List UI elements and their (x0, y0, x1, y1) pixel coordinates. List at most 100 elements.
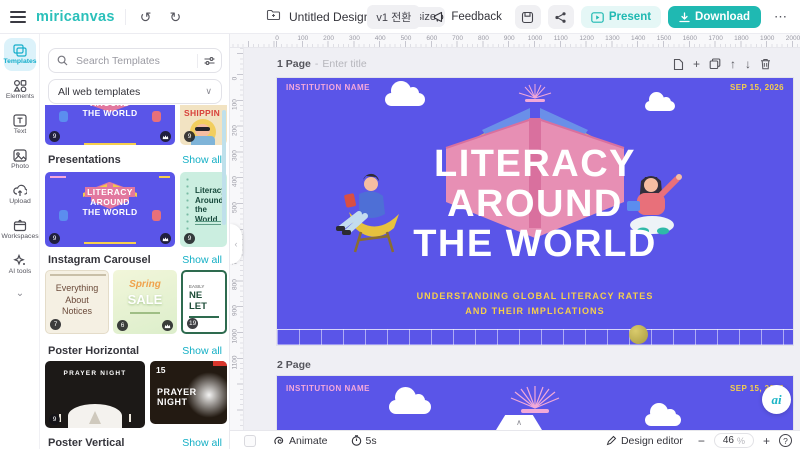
sidebar-item-upload[interactable]: Upload (4, 178, 36, 211)
rail-collapse-icon[interactable]: ⌄ (0, 288, 40, 299)
design-subtitle-text[interactable]: UNDERSTANDING GLOBAL LITERACY RATES AND … (277, 289, 793, 319)
zoom-out-button[interactable]: − (698, 435, 705, 447)
page-count-badge: 7 (50, 319, 61, 330)
folder-plus-icon[interactable] (266, 8, 281, 26)
page-count-badge: 9 (184, 131, 195, 142)
move-page-up-button[interactable]: ↑ (730, 58, 736, 70)
template-thumbnail-notices[interactable]: Everything About Notices 7 (45, 270, 109, 334)
text-icon (13, 114, 27, 127)
ai-tools-icon (13, 254, 25, 266)
page-count-badge: 9 (49, 131, 60, 142)
canvas-area: 0 100 200 300 400 500 600 700 800 900 1000 1100 1200… (230, 34, 800, 430)
template-type-dropdown[interactable]: All web templates ∨ (48, 79, 222, 104)
template-thumbnail-newsletter[interactable]: EASILY NE LET 19 (181, 270, 227, 334)
date-text[interactable]: SEP 15, 2026 (730, 83, 784, 92)
play-icon (591, 11, 604, 23)
section-poster-horizontal: Poster Horizontal Show all (48, 345, 222, 357)
present-button[interactable]: Present (580, 6, 662, 28)
miricanvas-app: miricanvas ↺ ↻ Untitled Design Resize v1… (0, 0, 800, 449)
panel-scrollbar[interactable] (222, 110, 226, 225)
sunglasses-shape (195, 127, 210, 131)
sidebar-item-templates[interactable]: Templates (3, 38, 37, 71)
page-count-badge: 9 (49, 233, 60, 244)
feedback-button[interactable]: Feedback (427, 10, 508, 24)
download-button[interactable]: Download (668, 6, 761, 28)
more-options-icon[interactable]: ⋯ (768, 8, 794, 26)
cloud-shape[interactable] (389, 387, 431, 414)
move-page-down-button[interactable]: ↓ (745, 58, 751, 70)
template-thumbnail-shipping[interactable]: SHIPPIN 9 (180, 105, 227, 145)
delete-page-button[interactable] (760, 58, 771, 70)
filter-icon[interactable] (204, 56, 215, 66)
search-icon (57, 55, 68, 66)
template-thumbnail-literacy-mint[interactable]: Literacy Around the World 9 (180, 172, 227, 247)
show-all-link[interactable]: Show all (182, 437, 222, 449)
zoom-in-button[interactable]: + (763, 435, 770, 447)
percent-sign: % (736, 435, 745, 446)
elements-icon (13, 79, 27, 92)
show-all-link[interactable]: Show all (182, 154, 222, 166)
templates-icon (13, 44, 27, 57)
redo-icon[interactable]: ↻ (166, 8, 186, 26)
page-2-label: 2 Page (277, 359, 311, 371)
cloud-shape[interactable] (385, 81, 425, 106)
animate-button[interactable]: Animate (267, 434, 334, 448)
template-thumbnail-prayer-night-1[interactable]: PRAYER NIGHT 9 (45, 361, 145, 428)
page-count-badge: 9 (49, 414, 60, 425)
search-input[interactable] (74, 53, 191, 68)
sidebar-item-photo[interactable]: Photo (4, 143, 36, 176)
page-1-design[interactable]: INSTITUTION NAME SEP 15, 2026 LITERACY A… (277, 78, 793, 345)
page-title-input[interactable]: Enter title (322, 58, 366, 70)
search-box (48, 48, 222, 73)
zoom-value: 46 (722, 435, 734, 446)
pencil-icon (606, 435, 617, 446)
undo-icon[interactable]: ↺ (136, 8, 156, 26)
miricanvas-logo[interactable]: miricanvas (36, 9, 115, 25)
new-page-button[interactable] (673, 58, 684, 71)
upload-icon (13, 184, 27, 196)
help-button[interactable]: ? (779, 434, 792, 447)
ai-assistant-button[interactable]: ai (762, 385, 791, 414)
show-all-link[interactable]: Show all (182, 254, 222, 266)
design-editor-button[interactable]: Design editor (600, 434, 689, 448)
add-page-button[interactable]: + (693, 58, 700, 70)
page-count-badge: 6 (117, 320, 128, 331)
institution-name-text[interactable]: INSTITUTION NAME (286, 384, 370, 393)
v1-switch-button[interactable]: v1 전환 (367, 5, 421, 29)
sunburst-book-icon[interactable] (503, 384, 567, 416)
document-title[interactable]: Untitled Design (289, 10, 370, 24)
template-thumbnail-literacy-web[interactable]: LITERACYAROUNDTHE WORLD 9 (45, 105, 175, 145)
left-rail: Templates Elements Text Photo Upload Wor… (0, 34, 40, 449)
select-all-checkbox[interactable] (244, 434, 256, 447)
page-1-header: 1 Page - Enter title + ↑ ↓ (277, 53, 793, 75)
show-all-link[interactable]: Show all (182, 345, 222, 357)
sunburst-book-icon[interactable] (513, 82, 557, 104)
megaphone-icon (434, 11, 444, 23)
template-thumbnail-prayer-night-2[interactable]: 15 PRAYER NIGHT (150, 361, 227, 424)
yellow-ball-shape[interactable] (629, 325, 648, 344)
sidebar-item-ai-tools[interactable]: AI tools (4, 248, 36, 281)
bottom-bar: Animate 5s Design editor − 46 % + ? (230, 430, 800, 449)
cloud-shape[interactable] (645, 92, 675, 111)
cloud-shape[interactable] (645, 403, 681, 426)
sidebar-item-text[interactable]: Text (4, 108, 36, 141)
template-thumbnail-literacy-presentation[interactable]: LITERACY AROUND THE WORLD 9 (45, 172, 175, 247)
sidebar-item-elements[interactable]: Elements (4, 73, 36, 106)
save-button[interactable] (514, 5, 541, 29)
duplicate-page-button[interactable] (709, 58, 721, 70)
page-count-badge: 19 (187, 318, 199, 329)
share-button[interactable] (547, 5, 574, 29)
top-bar: miricanvas ↺ ↻ Untitled Design Resize v1… (0, 0, 800, 34)
zoom-level-field[interactable]: 46 % (713, 433, 754, 448)
sidebar-item-workspaces[interactable]: Workspaces (1, 213, 39, 246)
shelf-strip-shape[interactable] (277, 329, 793, 345)
institution-name-text[interactable]: INSTITUTION NAME (286, 83, 370, 92)
hamburger-menu-icon[interactable] (10, 11, 26, 23)
animate-loop-icon (274, 436, 284, 445)
praying-hands-shape (89, 411, 101, 424)
template-thumbnail-spring-sale[interactable]: Spring SALE 6 (113, 270, 177, 334)
design-title-text[interactable]: LITERACY AROUND THE WORLD (277, 144, 793, 264)
panel-collapse-handle[interactable]: ‹ (230, 224, 242, 264)
share-icon (555, 11, 566, 23)
duration-button[interactable]: 5s (345, 434, 383, 448)
